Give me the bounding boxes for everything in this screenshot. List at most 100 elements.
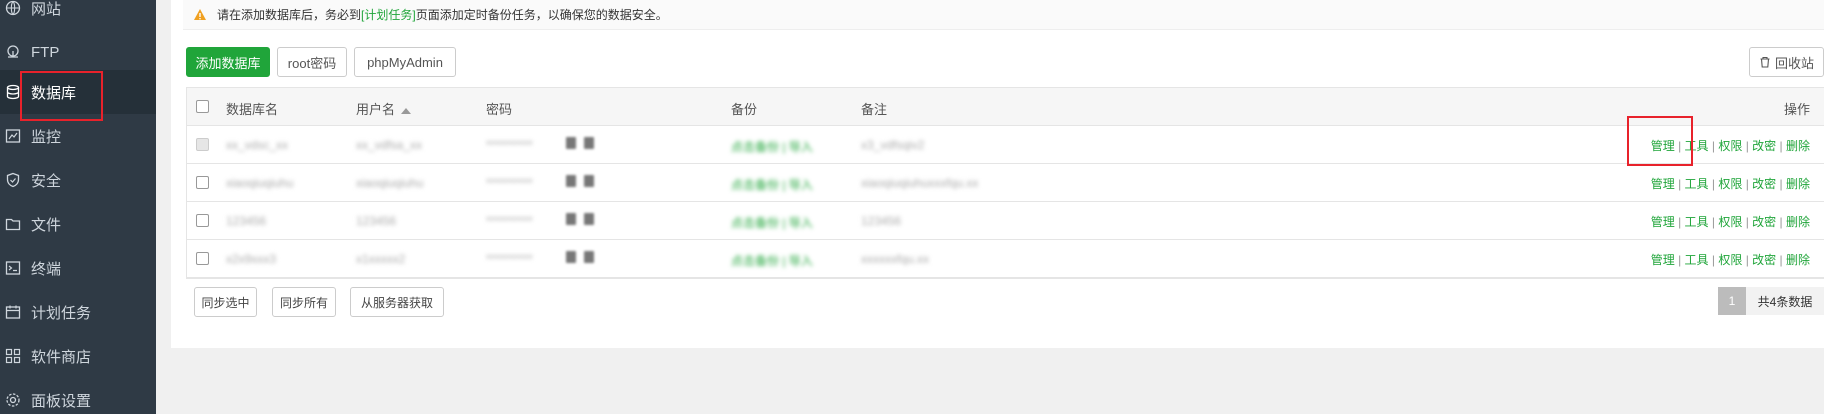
total-count: 共4条数据 <box>1746 287 1824 315</box>
row-ops: 管理 | 工具 | 权限 | 改密 | 删除 <box>1650 253 1810 267</box>
permissions-link[interactable]: 权限 <box>1718 253 1742 267</box>
sidebar-item-label: 网站 <box>31 0 62 18</box>
change-password-link[interactable]: 改密 <box>1752 177 1776 191</box>
show-password-icon[interactable] <box>566 137 576 149</box>
backup-cell[interactable]: 点击备份 | 导入 <box>731 138 813 155</box>
header-note: 备注 <box>861 102 888 117</box>
table-row: x2x9xxx3 x1xxxxx2 ********** 点击备份 | 导入 x… <box>187 240 1824 278</box>
backup-cell[interactable]: 点击备份 | 导入 <box>731 214 813 231</box>
header-ops: 操作 <box>1783 102 1810 117</box>
table-row: xiaoqiuqiuhu xiaoqiuqiuhu ********** 点击备… <box>187 164 1824 202</box>
header-db-name[interactable]: 数据库名 <box>226 99 278 118</box>
add-database-button[interactable]: 添加数据库 <box>186 47 270 77</box>
show-password-icon[interactable] <box>566 175 576 187</box>
change-password-link[interactable]: 改密 <box>1752 253 1776 267</box>
table-header: 数据库名 用户名 密码 备份 备注 操作 <box>187 88 1824 126</box>
page-number[interactable]: 1 <box>1718 287 1746 315</box>
note-cell[interactable]: xxxxxxfqu.xx <box>861 252 929 266</box>
sidebar-item-security[interactable]: 安全 <box>0 158 156 202</box>
copy-password-icon[interactable] <box>584 175 594 187</box>
folder-icon <box>5 216 21 232</box>
sidebar-item-app-store[interactable]: 软件商店 <box>0 334 156 378</box>
backup-cell[interactable]: 点击备份 | 导入 <box>731 252 813 269</box>
db-name-cell: x2x9xxx3 <box>226 252 277 266</box>
monitor-icon <box>5 128 21 144</box>
sidebar-item-cron[interactable]: 计划任务 <box>0 290 156 334</box>
sync-selected-button[interactable]: 同步选中 <box>194 287 257 317</box>
tools-link[interactable]: 工具 <box>1685 177 1709 191</box>
permissions-link[interactable]: 权限 <box>1718 215 1742 229</box>
username-cell: 123456 <box>356 214 397 228</box>
sidebar-item-label: 软件商店 <box>31 348 92 366</box>
sidebar-item-label: 终端 <box>31 260 62 278</box>
change-password-link[interactable]: 改密 <box>1752 215 1776 229</box>
change-password-link[interactable]: 改密 <box>1752 139 1776 153</box>
row-checkbox[interactable] <box>196 252 209 265</box>
username-cell: xx_vdfsa_xx <box>356 138 423 152</box>
manage-link[interactable]: 管理 <box>1651 177 1675 191</box>
copy-password-icon[interactable] <box>584 213 594 225</box>
header-username-label: 用户名 <box>356 102 396 117</box>
delete-link[interactable]: 删除 <box>1786 215 1810 229</box>
root-password-button[interactable]: root密码 <box>277 47 347 77</box>
note-cell[interactable]: x3_vdfsqiv2 <box>861 138 924 152</box>
database-table: 数据库名 用户名 密码 备份 备注 操作 xx_vdsc_xx xx_vdfsa… <box>186 87 1824 279</box>
phpmyadmin-button[interactable]: phpMyAdmin <box>354 47 456 77</box>
warning-icon <box>194 8 206 20</box>
sidebar-item-files[interactable]: 文件 <box>0 202 156 246</box>
show-password-icon[interactable] <box>566 213 576 225</box>
backup-cell[interactable]: 点击备份 | 导入 <box>731 176 813 193</box>
sidebar-item-label: FTP <box>31 43 60 61</box>
show-password-icon[interactable] <box>566 251 576 263</box>
select-all-checkbox[interactable] <box>196 100 209 113</box>
row-checkbox[interactable] <box>196 214 209 227</box>
trash-icon <box>1760 56 1770 68</box>
header-password: 密码 <box>486 102 513 117</box>
password-action-icons[interactable] <box>566 213 594 225</box>
tools-link[interactable]: 工具 <box>1685 215 1709 229</box>
sidebar-item-panel-settings[interactable]: 面板设置 <box>0 378 156 414</box>
db-name-cell: 123456 <box>226 214 267 228</box>
sidebar-item-website[interactable]: 网站 <box>0 0 156 30</box>
ftp-icon <box>5 44 21 60</box>
password-action-icons[interactable] <box>566 175 594 187</box>
sidebar-item-terminal[interactable]: 终端 <box>0 246 156 290</box>
sidebar: 网站 FTP 数据库 监控 安全 文件 终端 计划任务 软件商店 面板设置 <box>0 0 156 414</box>
db-name-cell: xiaoqiuqiuhu <box>226 176 294 190</box>
note-cell[interactable]: xiaoqiuqiuhuxxxfqu.xx <box>861 176 978 190</box>
tools-link[interactable]: 工具 <box>1685 253 1709 267</box>
sidebar-item-label: 计划任务 <box>31 304 92 322</box>
delete-link[interactable]: 删除 <box>1786 253 1810 267</box>
permissions-link[interactable]: 权限 <box>1718 177 1742 191</box>
delete-link[interactable]: 删除 <box>1786 177 1810 191</box>
table-row: 123456 123456 ********** 点击备份 | 导入 12345… <box>187 202 1824 240</box>
sidebar-item-ftp[interactable]: FTP <box>0 30 156 74</box>
header-username[interactable]: 用户名 <box>356 99 412 118</box>
manage-link[interactable]: 管理 <box>1651 253 1675 267</box>
note-cell[interactable]: 123456 <box>861 214 901 228</box>
database-icon <box>5 84 21 100</box>
copy-password-icon[interactable] <box>584 137 594 149</box>
globe-icon <box>5 0 21 16</box>
cron-link[interactable]: [计划任务] <box>361 6 416 23</box>
notice-text-after: 页面添加定时备份任务，以确保您的数据安全。 <box>415 8 668 22</box>
password-action-icons[interactable] <box>566 251 594 263</box>
delete-link[interactable]: 删除 <box>1786 139 1810 153</box>
row-ops: 管理 | 工具 | 权限 | 改密 | 删除 <box>1650 215 1810 229</box>
header-backup: 备份 <box>731 102 758 117</box>
shield-icon <box>5 172 21 188</box>
recycle-bin-button[interactable]: 回收站 <box>1749 47 1824 77</box>
copy-password-icon[interactable] <box>584 251 594 263</box>
calendar-icon <box>5 304 21 320</box>
row-checkbox[interactable] <box>196 138 209 151</box>
fetch-from-server-button[interactable]: 从服务器获取 <box>350 287 444 317</box>
password-cell: ********** <box>486 176 533 190</box>
password-action-icons[interactable] <box>566 137 594 149</box>
sync-all-button[interactable]: 同步所有 <box>272 287 336 317</box>
terminal-icon <box>5 260 21 276</box>
password-cell: ********** <box>486 252 533 266</box>
row-checkbox[interactable] <box>196 176 209 189</box>
manage-link[interactable]: 管理 <box>1651 215 1675 229</box>
db-name-cell: xx_vdsc_xx <box>226 138 289 152</box>
permissions-link[interactable]: 权限 <box>1718 139 1742 153</box>
